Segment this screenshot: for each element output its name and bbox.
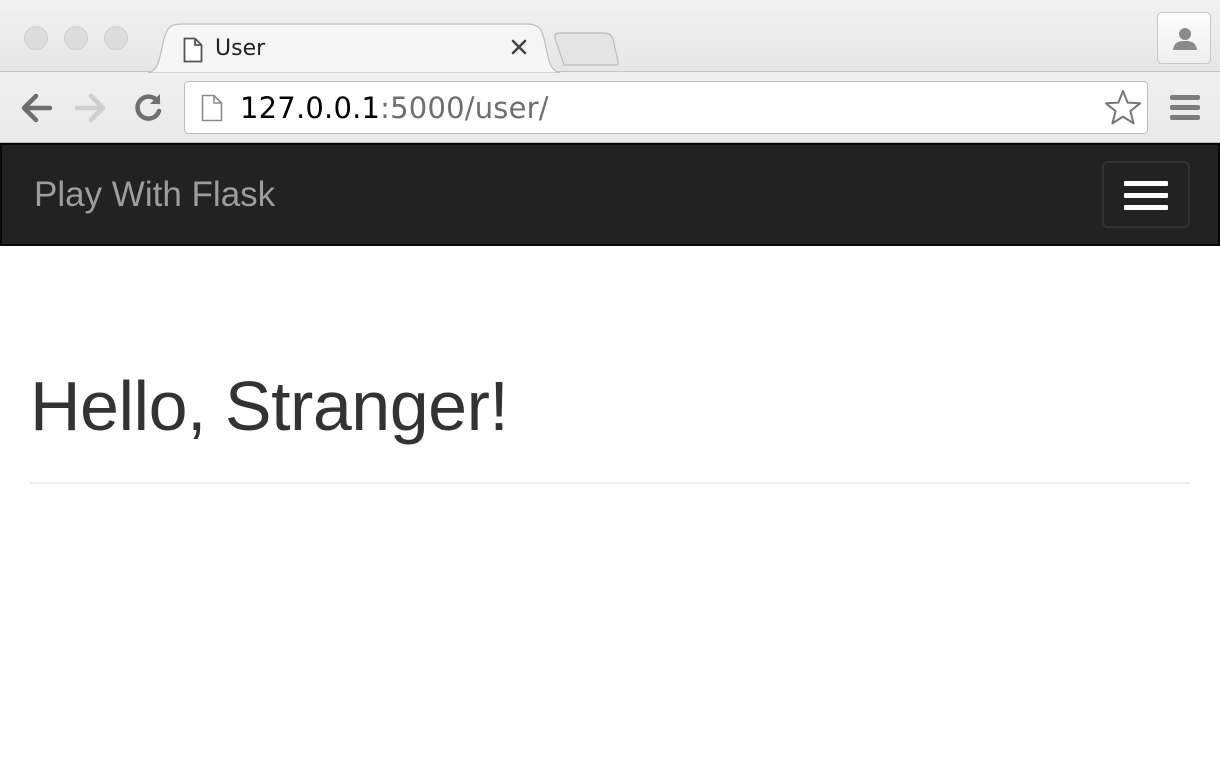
page-header: Hello, Stranger! bbox=[30, 362, 1190, 484]
menu-bar-line bbox=[1170, 95, 1200, 100]
window-zoom-light[interactable] bbox=[104, 26, 128, 50]
star-icon[interactable] bbox=[1103, 88, 1143, 128]
navbar-brand[interactable]: Play With Flask bbox=[34, 175, 275, 215]
new-tab-button[interactable] bbox=[552, 32, 622, 66]
reload-button[interactable] bbox=[130, 90, 166, 126]
navbar-toggle-button[interactable] bbox=[1102, 161, 1190, 228]
page-title: Hello, Stranger! bbox=[30, 367, 509, 445]
page-icon bbox=[183, 37, 203, 68]
forward-arrow-icon bbox=[74, 93, 106, 123]
tab-user[interactable]: User bbox=[147, 23, 561, 73]
url-host: 127.0.0.1 bbox=[240, 91, 381, 125]
window-minimize-light[interactable] bbox=[64, 26, 88, 50]
back-button[interactable] bbox=[18, 90, 54, 126]
tab-shape bbox=[147, 23, 561, 73]
profile-button[interactable] bbox=[1157, 12, 1211, 64]
back-arrow-icon bbox=[21, 93, 53, 123]
address-bar[interactable]: 127.0.0.1:5000/user/ bbox=[184, 81, 1148, 134]
navbar: Play With Flask bbox=[0, 143, 1220, 246]
window-close-light[interactable] bbox=[24, 26, 48, 50]
menu-bar-line bbox=[1170, 115, 1200, 120]
hamburger-icon bbox=[1124, 193, 1168, 198]
hamburger-icon bbox=[1124, 181, 1168, 186]
user-icon bbox=[1173, 28, 1197, 50]
menu-bar-line bbox=[1170, 105, 1200, 110]
tab-strip: User bbox=[0, 0, 1220, 73]
hamburger-icon bbox=[1124, 205, 1168, 210]
url-path: :5000/user/ bbox=[380, 91, 549, 125]
document-icon bbox=[201, 94, 223, 127]
browser-chrome: User 127.0.0.1:5000/user/ bbox=[0, 0, 1220, 143]
reload-icon bbox=[135, 94, 162, 121]
tab-title: User bbox=[215, 36, 266, 61]
close-icon[interactable] bbox=[509, 37, 529, 57]
url-text[interactable]: 127.0.0.1:5000/user/ bbox=[240, 91, 549, 125]
hamburger-icon[interactable] bbox=[1166, 90, 1204, 126]
forward-button[interactable] bbox=[73, 90, 109, 126]
